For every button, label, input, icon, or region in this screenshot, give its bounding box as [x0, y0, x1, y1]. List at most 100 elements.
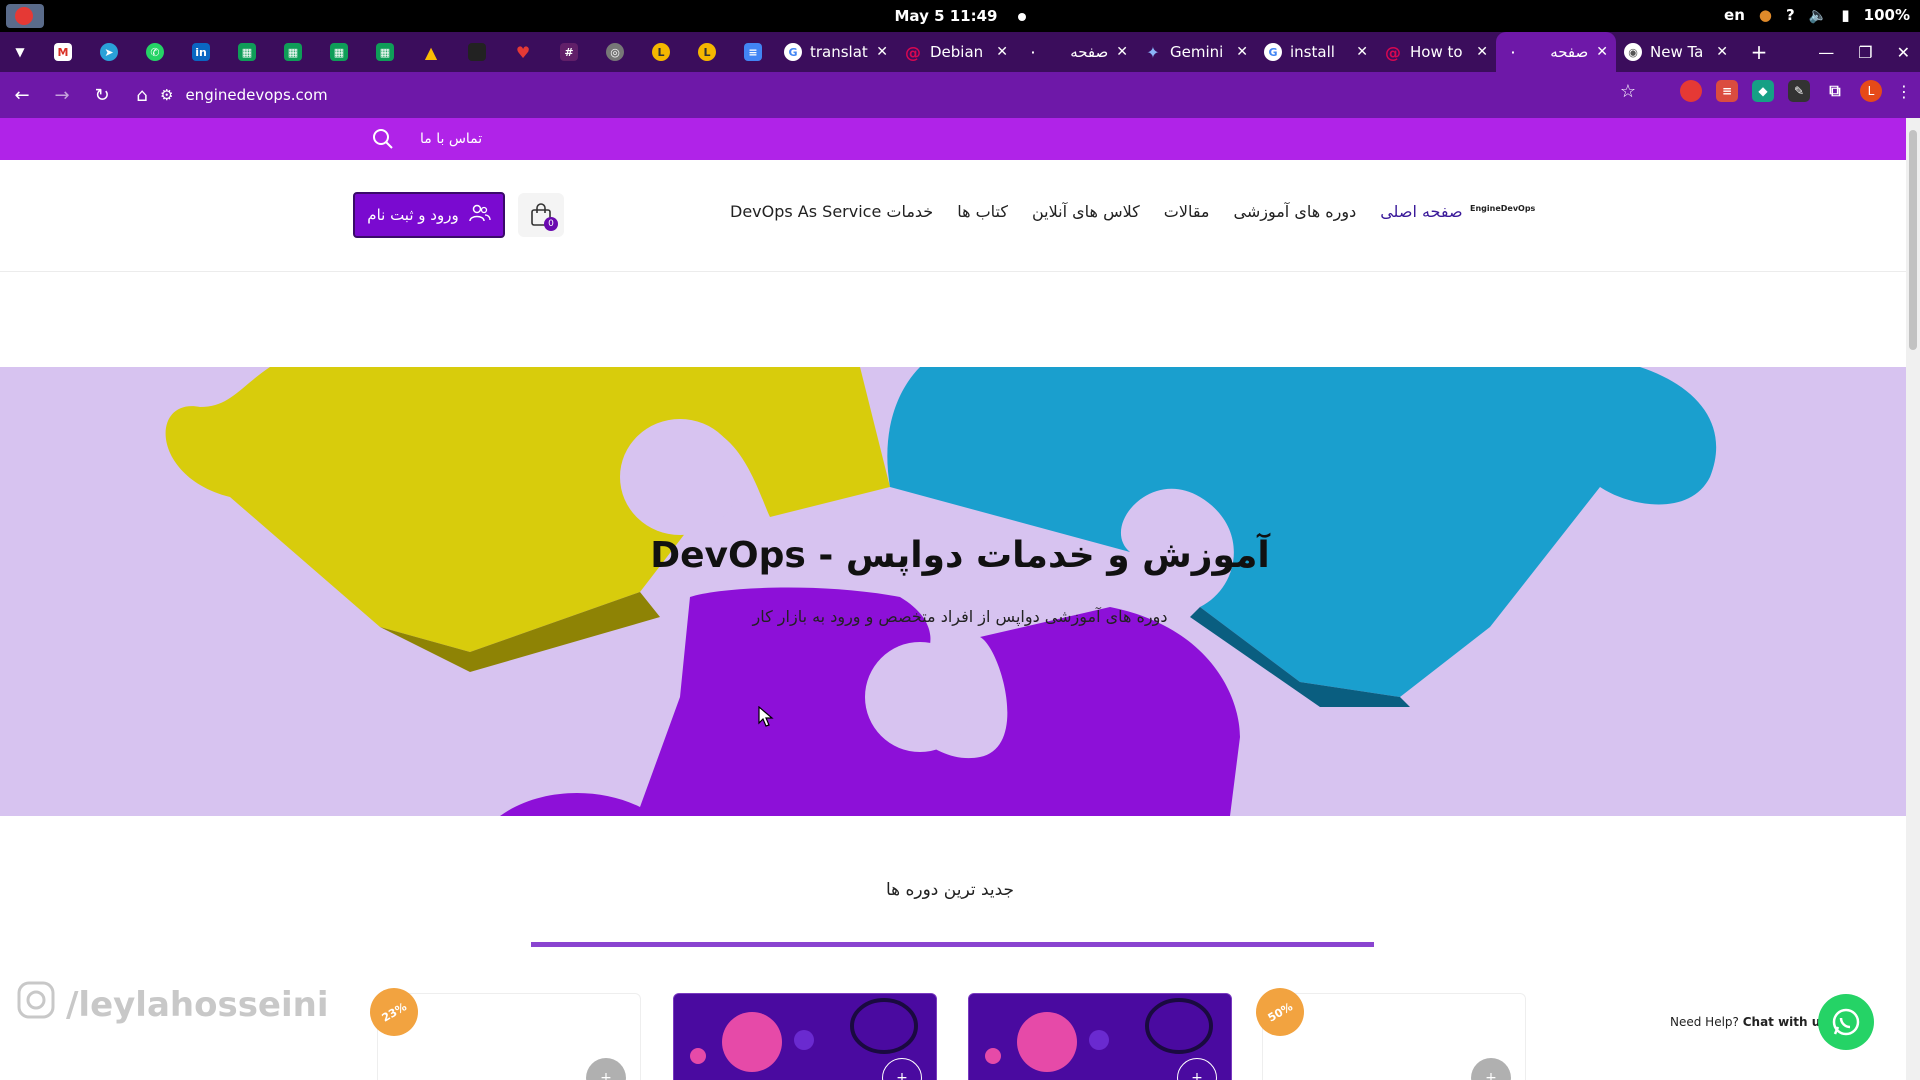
browser-tab[interactable]: @ How to ✕: [1376, 32, 1496, 72]
bookmark-star-icon[interactable]: ☆: [1620, 81, 1636, 102]
todoist-extension-icon[interactable]: ≡: [1716, 80, 1738, 102]
sheets-tab-icon[interactable]: ▦: [316, 32, 362, 72]
address-bar[interactable]: ⚙ enginedevops.com: [160, 80, 1620, 110]
reload-icon[interactable]: ↻: [84, 77, 120, 113]
shield-extension-icon[interactable]: ◆: [1752, 80, 1774, 102]
whatsapp-chat-button[interactable]: [1818, 994, 1874, 1050]
browser-tab[interactable]: Ginstall ✕: [1256, 32, 1376, 72]
linkedin-tab-icon[interactable]: in: [178, 32, 224, 72]
language-indicator[interactable]: en: [1724, 6, 1745, 24]
sheets-tab-icon[interactable]: ▦: [362, 32, 408, 72]
back-icon[interactable]: ←: [4, 77, 40, 113]
nav-item-courses[interactable]: دوره های آموزشی: [1234, 202, 1357, 221]
page-scrollbar[interactable]: [1906, 118, 1920, 1080]
nav-item-online-classes[interactable]: کلاس های آنلاین: [1032, 202, 1140, 221]
contact-us-link[interactable]: تماس با ما: [420, 131, 482, 147]
puzzle-pieces-illustration: [165, 367, 1717, 816]
record-extension-icon[interactable]: [1680, 80, 1702, 102]
slack-tab-icon[interactable]: #: [546, 32, 592, 72]
sheets-tab-icon[interactable]: ▦: [270, 32, 316, 72]
close-tab-icon[interactable]: ✕: [1236, 44, 1248, 60]
maximize-icon[interactable]: ❐: [1858, 43, 1872, 62]
heart-tab-icon[interactable]: ♥: [500, 32, 546, 72]
site-icon: ·: [1510, 45, 1516, 59]
extensions-puzzle-icon[interactable]: ⧉: [1824, 80, 1846, 102]
google-icon: G: [1264, 43, 1282, 61]
users-icon: [468, 204, 491, 226]
globe-tab-icon[interactable]: ◎: [592, 32, 638, 72]
browser-tab[interactable]: Gtranslat ✕: [776, 32, 896, 72]
cart-button[interactable]: 0: [518, 193, 564, 237]
instagram-icon: [16, 980, 56, 1029]
help-chat-label[interactable]: Need Help? Chat with us: [1670, 1015, 1827, 1029]
browser-toolbar: ← → ↻ ⌂ ⚙ enginedevops.com ☆ ≡ ◆ ✎ ⧉ L ⋮: [0, 72, 1920, 118]
new-tab-icon[interactable]: +: [1736, 32, 1782, 72]
close-window-icon[interactable]: ✕: [1897, 43, 1910, 62]
browser-tab-active[interactable]: · صفحه ✕: [1496, 32, 1616, 72]
close-tab-icon[interactable]: ✕: [1596, 44, 1608, 60]
whatsapp-tab-icon[interactable]: ✆: [132, 32, 178, 72]
menu-kebab-icon[interactable]: ⋮: [1896, 82, 1912, 101]
url-text[interactable]: enginedevops.com: [185, 86, 327, 104]
scrollbar-thumb[interactable]: [1909, 130, 1917, 350]
battery-icon: ▮: [1841, 6, 1850, 24]
battery-level: 100%: [1863, 6, 1910, 24]
dark-tab-icon[interactable]: [454, 32, 500, 72]
nav-item-books[interactable]: کتاب ها: [957, 202, 1008, 221]
home-icon[interactable]: ⌂: [124, 77, 160, 113]
coin-tab-icon[interactable]: L: [684, 32, 730, 72]
notification-dot-icon: [1017, 12, 1026, 21]
volume-icon: 🔈: [1808, 6, 1828, 24]
mouse-cursor-icon: [758, 705, 774, 732]
debian-icon: @: [1385, 42, 1401, 62]
add-user-icon[interactable]: +: [1471, 1058, 1511, 1080]
nav-item-articles[interactable]: مقالات: [1164, 202, 1210, 221]
coin-tab-icon[interactable]: L: [638, 32, 684, 72]
login-register-button[interactable]: ورود و ثبت نام: [353, 192, 505, 238]
course-card[interactable]: +: [968, 993, 1232, 1080]
close-tab-icon[interactable]: ✕: [996, 44, 1008, 60]
clock[interactable]: May 5 11:49: [0, 7, 1920, 25]
sheets-tab-icon[interactable]: ▦: [224, 32, 270, 72]
window-controls: — ❐ ✕: [1818, 32, 1910, 72]
profile-avatar[interactable]: L: [1860, 80, 1882, 102]
close-tab-icon[interactable]: ✕: [1356, 44, 1368, 60]
browser-tab[interactable]: ◉ New Ta ✕: [1616, 32, 1736, 72]
tab-strip: ▼ M ➤ ✆ in ▦ ▦ ▦ ▦ ▲ ♥ # ◎ L L ≡ Gtransl…: [0, 32, 1920, 72]
main-nav: صفحه اصلی دوره های آموزشی مقالات کلاس ها…: [730, 202, 1463, 221]
tools-extension-icon[interactable]: ✎: [1788, 80, 1810, 102]
search-icon[interactable]: [370, 126, 396, 152]
add-user-icon[interactable]: +: [586, 1058, 626, 1080]
browser-tab[interactable]: @ Debian ✕: [896, 32, 1016, 72]
login-label: ورود و ثبت نام: [367, 206, 459, 224]
help-icon: ?: [1786, 6, 1795, 24]
cart-count-badge: 0: [544, 217, 558, 231]
docs-tab-icon[interactable]: ≡: [730, 32, 776, 72]
drive-tab-icon[interactable]: ▲: [408, 32, 454, 72]
hero-subtitle: دوره های آموزشی دواپس از افراد متخصص و و…: [752, 607, 1168, 626]
browser-tab[interactable]: · صفحه ✕: [1016, 32, 1136, 72]
gemini-icon: ✦: [1146, 42, 1160, 62]
close-tab-icon[interactable]: ✕: [876, 44, 888, 60]
site-info-icon[interactable]: ⚙: [160, 86, 173, 104]
browser-tab[interactable]: ✦ Gemini ✕: [1136, 32, 1256, 72]
google-icon: G: [784, 43, 802, 61]
gmail-tab-icon[interactable]: M: [40, 32, 86, 72]
course-card[interactable]: +: [673, 993, 937, 1080]
forward-icon[interactable]: →: [44, 77, 80, 113]
close-tab-icon[interactable]: ✕: [1476, 44, 1488, 60]
shield-icon: ●: [1758, 6, 1772, 24]
nav-item-devops-services[interactable]: خدمات DevOps As Service: [730, 202, 933, 221]
site-logo[interactable]: EngineDevOps: [1470, 204, 1535, 228]
close-tab-icon[interactable]: ✕: [1716, 44, 1728, 60]
telegram-tab-icon[interactable]: ➤: [86, 32, 132, 72]
tab-list-chevron-icon[interactable]: ▼: [0, 32, 40, 72]
watermark: /leylahosseini: [16, 980, 329, 1029]
site-icon: ·: [1030, 45, 1036, 59]
nav-item-home[interactable]: صفحه اصلی: [1380, 202, 1462, 221]
whatsapp-icon: [1832, 1008, 1860, 1036]
system-tray[interactable]: en ● ? 🔈 ▮ 100%: [1724, 6, 1910, 24]
minimize-icon[interactable]: —: [1818, 43, 1834, 62]
debian-icon: @: [905, 42, 921, 62]
close-tab-icon[interactable]: ✕: [1116, 44, 1128, 60]
